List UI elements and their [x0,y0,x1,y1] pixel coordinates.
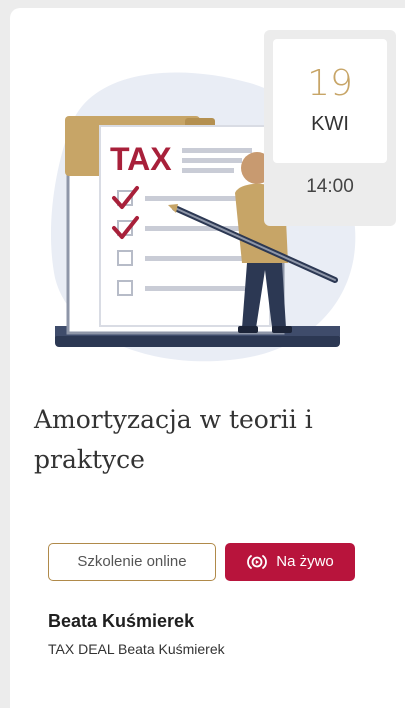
online-training-badge: Szkolenie online [48,543,216,581]
event-title[interactable]: Amortyzacja w teorii i praktyce [34,400,394,480]
live-badge-label: Na żywo [276,553,334,570]
live-badge: Na żywo [225,543,355,581]
event-time: 14:00 [306,176,354,197]
live-broadcast-icon [246,553,268,571]
event-day: 19 [307,63,353,104]
illustration-tax-label: TAX [110,141,172,177]
event-date-panel: 19 KWI [273,39,387,163]
speaker-name: Beata Kuśmierek [48,611,195,631]
speaker-company: TAX DEAL Beata Kuśmierek [48,641,225,657]
event-date-box: 19 KWI 14:00 [264,30,396,226]
event-card[interactable]: TAX 19 KWI 14:00 Amortyzacja w teorii i … [10,8,405,708]
event-month: KWI [311,113,349,135]
